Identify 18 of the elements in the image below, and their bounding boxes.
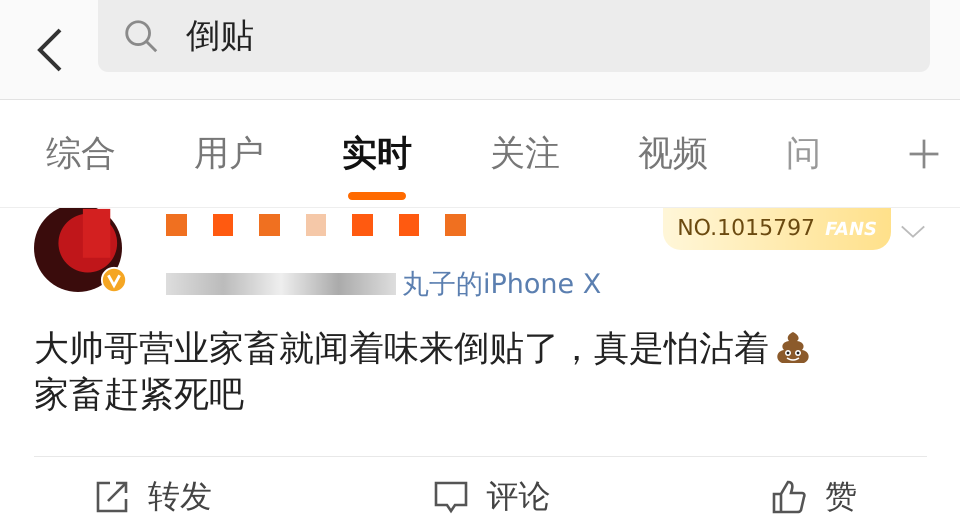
tab[interactable]: 实时 xyxy=(342,100,490,208)
tab[interactable]: 视频 xyxy=(638,100,786,208)
share-icon xyxy=(94,479,130,514)
search-field[interactable]: 倒贴 xyxy=(98,0,930,72)
action-button[interactable]: 赞 xyxy=(771,467,857,514)
tab[interactable]: 用户 xyxy=(194,100,342,208)
post-text: 家畜赶紧死吧 xyxy=(34,374,244,417)
verified-icon xyxy=(100,266,128,294)
action-button[interactable]: 评论 xyxy=(432,467,550,514)
action-button[interactable]: 转发 xyxy=(94,467,212,514)
tab[interactable]: 关注 xyxy=(490,100,638,208)
comment-icon xyxy=(432,479,468,514)
tab[interactable]: 综合 xyxy=(46,100,194,208)
post-text: 大帅哥营业家畜就闻着味来倒贴了，真是怕沾着 xyxy=(34,328,769,371)
post-source: 丸子的iPhone X xyxy=(402,268,602,302)
fan-badge: NO.1015797 FANS xyxy=(663,208,891,250)
avatar[interactable] xyxy=(34,208,122,292)
thumbs-up-icon xyxy=(771,479,807,514)
